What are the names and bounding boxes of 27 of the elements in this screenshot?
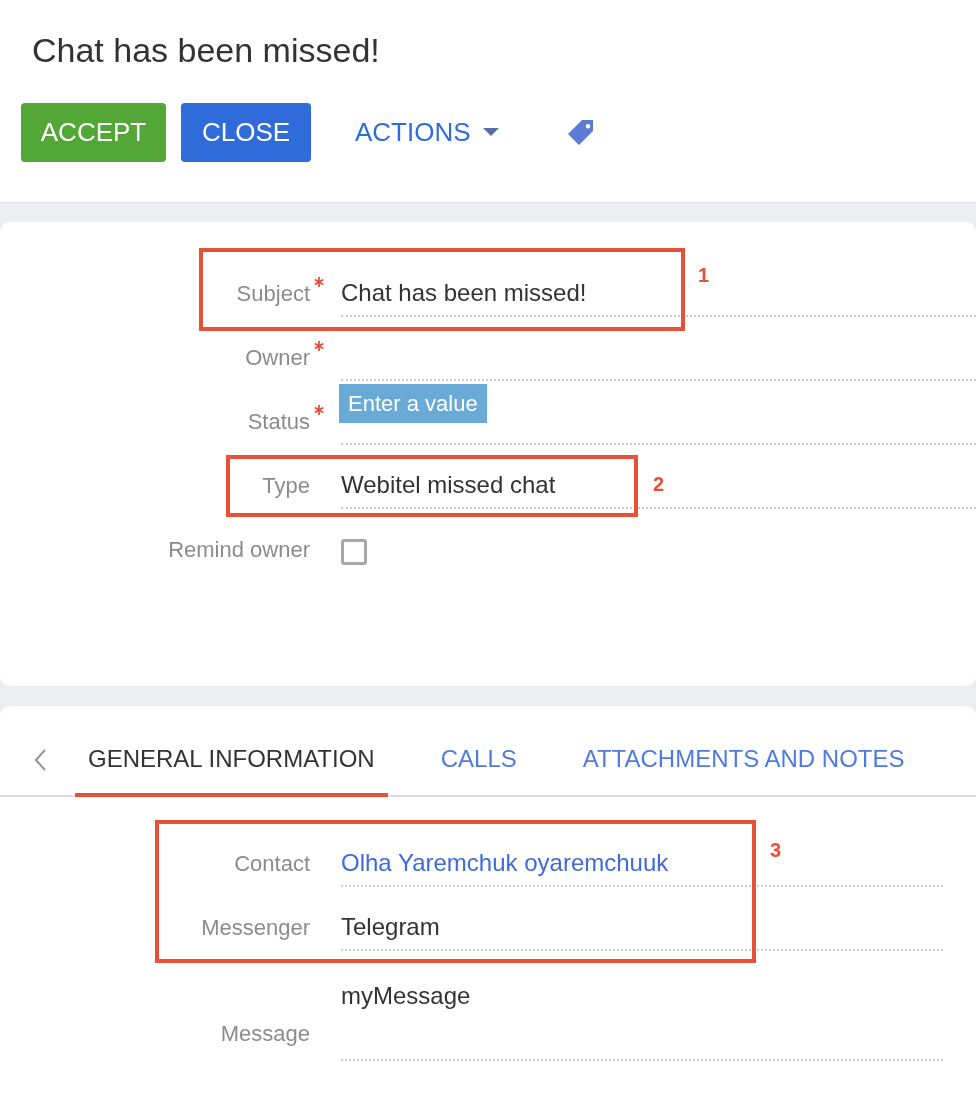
actions-menu-button[interactable]: ACTIONS: [349, 117, 505, 148]
page-title: Chat has been missed!: [31, 30, 381, 71]
required-icon: [314, 277, 324, 287]
field-label: Contact: [234, 851, 310, 876]
field-label: Status: [247, 409, 310, 434]
input-field[interactable]: Telegram: [341, 912, 943, 951]
field-label: Owner: [245, 345, 310, 370]
field-label: Subject: [236, 281, 310, 306]
close-button[interactable]: CLOSE: [181, 103, 311, 162]
tab[interactable]: GENERAL INFORMATION: [75, 706, 388, 797]
field-label: Remind owner: [168, 537, 310, 562]
field-label: Message: [220, 1021, 310, 1046]
tooltip: Enter a value: [339, 384, 487, 423]
field-label: Messenger: [201, 915, 310, 940]
accept-button[interactable]: ACCEPT: [21, 103, 166, 162]
required-icon: [314, 405, 324, 415]
required-icon: [314, 341, 324, 351]
tab[interactable]: CALLS: [427, 706, 530, 797]
caret-icon: [482, 128, 499, 137]
field-label: Type: [262, 473, 310, 498]
tag-icon[interactable]: [566, 118, 595, 147]
annotation-number: 2: [653, 473, 665, 496]
chevron-left-icon[interactable]: [33, 747, 47, 772]
remind-checkbox[interactable]: [341, 539, 367, 565]
input-field[interactable]: myMessage: [341, 981, 943, 1061]
contact-link[interactable]: Olha Yaremchuk oyaremchuuk: [341, 849, 669, 876]
tab[interactable]: ATTACHMENTS AND NOTES: [569, 706, 918, 797]
